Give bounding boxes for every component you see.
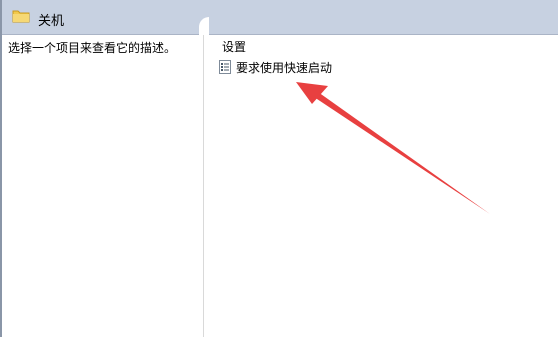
- policy-item-require-fast-startup[interactable]: 要求使用快速启动: [218, 58, 332, 76]
- policy-item-label: 要求使用快速启动: [236, 60, 333, 75]
- policy-setting-icon: [219, 60, 231, 74]
- pane-tab-corner: [199, 17, 209, 35]
- settings-pane: 设置 要求使用快速启动: [204, 35, 558, 337]
- description-pane: 选择一个项目来查看它的描述。: [2, 35, 204, 337]
- folder-icon: [12, 10, 30, 23]
- content-area: 选择一个项目来查看它的描述。 设置 要求使用快速启动: [2, 35, 558, 337]
- header-bar: 关机: [2, 0, 558, 35]
- description-prompt: 选择一个项目来查看它的描述。: [8, 41, 177, 55]
- header-title: 关机: [38, 14, 65, 29]
- settings-column-header[interactable]: 设置: [222, 38, 246, 55]
